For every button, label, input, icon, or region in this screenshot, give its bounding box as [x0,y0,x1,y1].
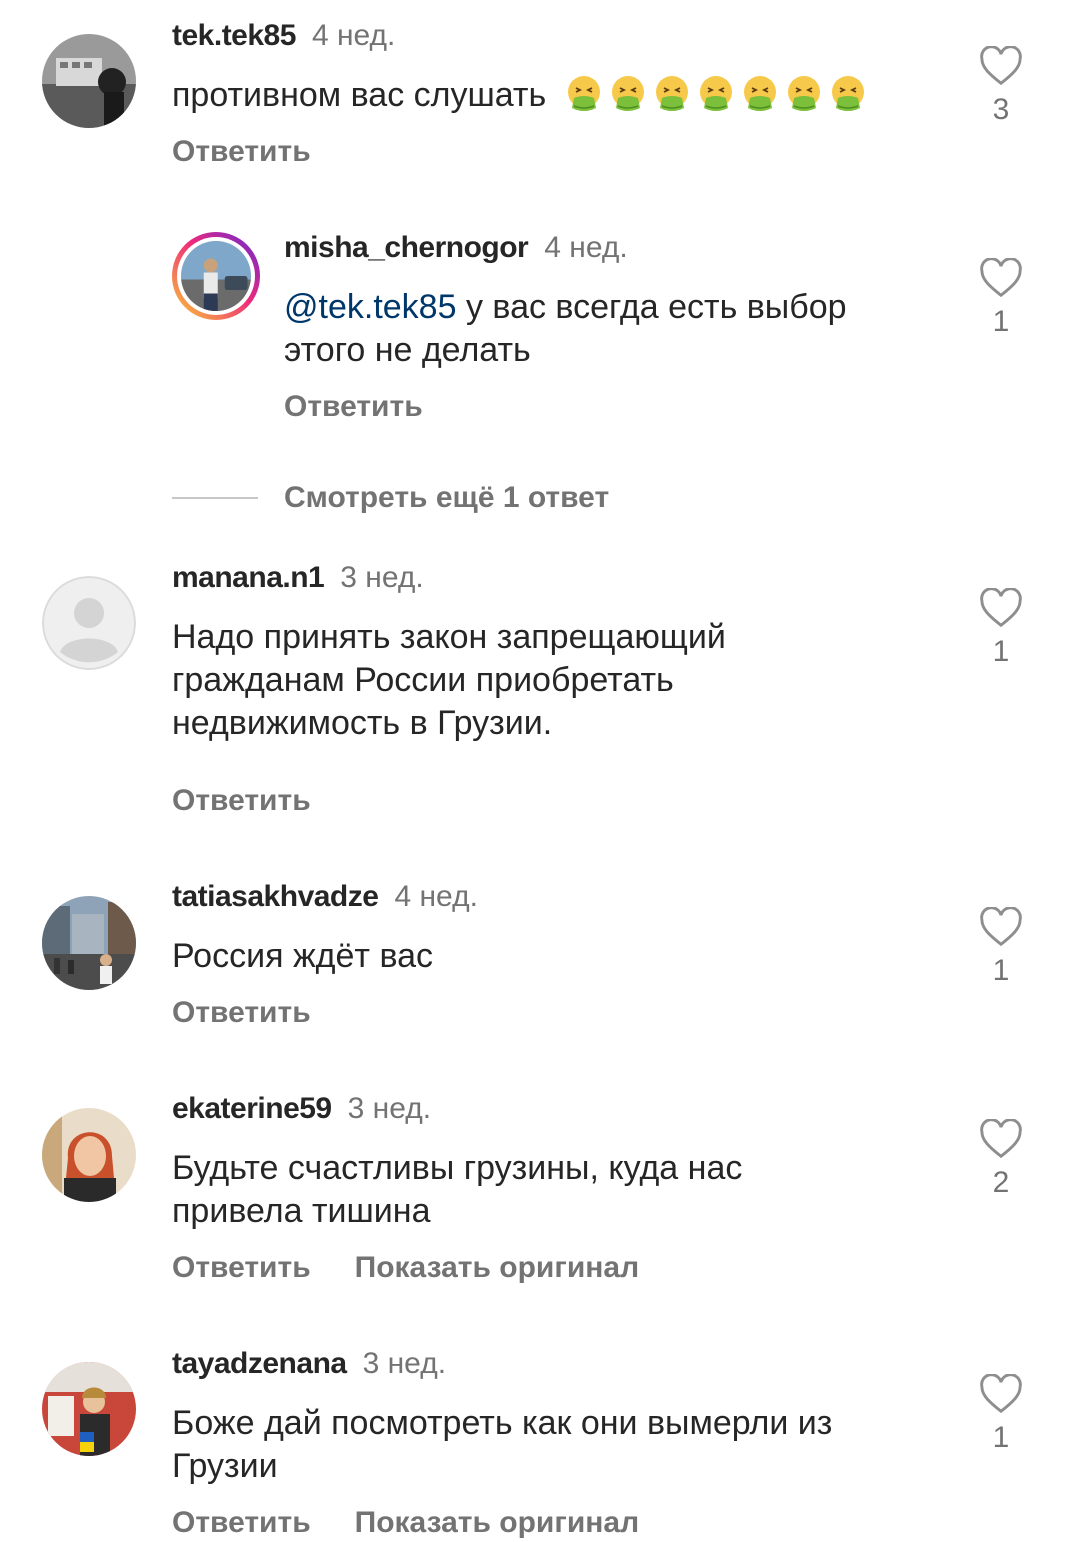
username[interactable]: misha_chernogor [284,231,529,264]
comment-body: Боже дай посмотреть как они вымерли из Г… [172,1404,833,1485]
comment-meta: tek.tek85 4 нед. [172,18,395,54]
heart-outline-icon[interactable] [979,258,1023,298]
nauseated-face-emoji [831,76,864,111]
like-count: 2 [992,1166,1010,1199]
show-original-button[interactable]: Показать оригинал [355,1251,640,1284]
reply-button[interactable]: Ответить [172,996,311,1029]
avatar-placeholder[interactable] [42,576,136,670]
comment-actions: Ответить [172,995,355,1031]
heart-outline-icon[interactable] [979,1374,1023,1414]
username[interactable]: manana.n1 [172,561,325,594]
heart-outline-icon[interactable] [979,46,1023,86]
nauseated-face-emoji [567,76,600,111]
like-control: 1 [974,258,1028,340]
username[interactable]: tatiasakhvadze [172,880,379,913]
avatar[interactable] [42,34,136,128]
avatar[interactable] [42,896,136,990]
timestamp: 3 нед. [362,1347,447,1380]
username[interactable]: ekaterine59 [172,1092,332,1125]
view-more-replies[interactable]: Смотреть ещё 1 ответ [172,480,609,516]
like-count: 1 [992,1421,1010,1454]
comment-actions: Ответить Показать оригинал [172,1505,683,1541]
comment-text: Россия ждёт вас [172,935,812,978]
timestamp: 3 нед. [340,561,424,594]
timestamp: 4 нед. [394,880,478,913]
nauseated-face-emoji [743,76,776,111]
view-more-replies-label[interactable]: Смотреть ещё 1 ответ [284,481,609,515]
comment-meta: manana.n1 3 нед. [172,560,424,596]
comment-body: противном вас слушать [172,76,547,114]
reply-button[interactable]: Ответить [172,784,311,817]
mention-link[interactable]: @tek.tek85 [284,288,457,326]
avatar[interactable] [42,1108,136,1202]
comment-text: Боже дай посмотреть как они вымерли из Г… [172,1402,932,1488]
comment-text: Будьте счастливы грузины, куда нас приве… [172,1147,832,1233]
like-control: 3 [974,46,1028,128]
divider-line [172,497,258,499]
comment-body: Надо принять закон запрещающий гражданам… [172,618,726,742]
heart-outline-icon[interactable] [979,588,1023,628]
comment-meta: tatiasakhvadze 4 нед. [172,879,478,915]
timestamp: 4 нед. [311,19,396,52]
avatar-inner [177,237,255,315]
comment-text: @tek.tek85 у вас всегда есть выбор этого… [284,286,924,372]
comment-body: Россия ждёт вас [172,937,434,975]
like-control: 1 [974,588,1028,670]
timestamp: 4 нед. [544,231,628,264]
like-control: 1 [974,907,1028,989]
like-count: 1 [992,954,1010,987]
heart-outline-icon[interactable] [979,1119,1023,1159]
like-count: 1 [992,305,1010,338]
emoji-row [564,76,872,114]
avatar[interactable] [42,1362,136,1456]
reply-button[interactable]: Ответить [172,1506,311,1539]
like-count: 3 [992,93,1010,126]
comment-body: Будьте счастливы грузины, куда нас приве… [172,1149,743,1230]
comment-text: противном вас слушать [172,74,872,117]
heart-outline-icon[interactable] [979,907,1023,947]
nauseated-face-emoji [699,76,732,111]
nauseated-face-emoji [787,76,820,111]
avatar[interactable] [172,232,260,320]
like-control: 2 [974,1119,1028,1201]
comment-meta: tayadzenana 3 нед. [172,1346,446,1382]
reply-button[interactable]: Ответить [172,1251,311,1284]
comment-meta: misha_chernogor 4 нед. [284,230,628,266]
like-count: 1 [992,635,1010,668]
comment-meta: ekaterine59 3 нед. [172,1091,431,1127]
comment-actions: Ответить [172,134,355,170]
comment-actions: Ответить Показать оригинал [172,1250,683,1286]
username[interactable]: tek.tek85 [172,19,296,52]
nauseated-face-emoji [611,76,644,111]
like-control: 1 [974,1374,1028,1456]
nauseated-face-emoji [655,76,688,111]
comment-actions: Ответить [284,389,467,425]
reply-button[interactable]: Ответить [284,390,423,423]
timestamp: 3 нед. [347,1092,432,1125]
comment-text: Надо принять закон запрещающий гражданам… [172,616,812,745]
reply-button[interactable]: Ответить [172,135,311,168]
username[interactable]: tayadzenana [172,1347,347,1380]
comment-actions: Ответить [172,783,355,819]
show-original-button[interactable]: Показать оригинал [355,1506,640,1539]
